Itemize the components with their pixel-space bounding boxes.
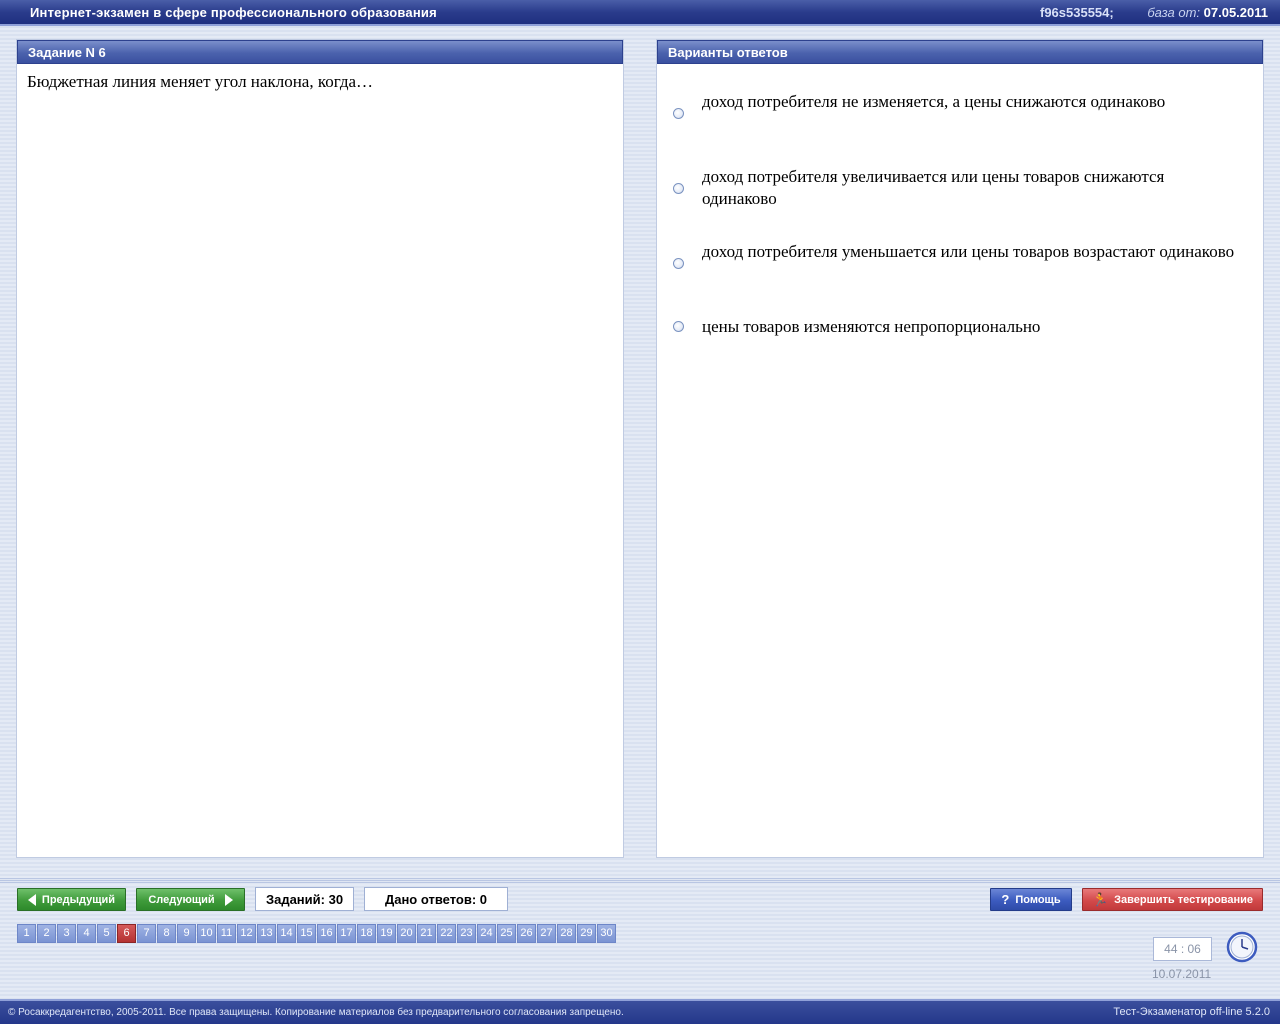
version-text: Тест-Экзаменатор off-line 5.2.0 (1113, 1006, 1270, 1018)
task-number-button[interactable]: 8 (157, 924, 176, 943)
task-number-button[interactable]: 13 (257, 924, 276, 943)
task-number-button[interactable]: 24 (477, 924, 496, 943)
help-label: Помощь (1015, 893, 1061, 906)
task-number-button[interactable]: 11 (217, 924, 236, 943)
task-number-button[interactable]: 2 (37, 924, 56, 943)
prev-button[interactable]: Предыдущий (17, 888, 126, 911)
task-number-button[interactable]: 7 (137, 924, 156, 943)
task-number-button[interactable]: 21 (417, 924, 436, 943)
question-panel: Задание N 6 Бюджетная линия меняет угол … (17, 40, 623, 857)
bottom-divider (0, 878, 1280, 884)
answers-panel: Варианты ответов доход потребителя не из… (657, 40, 1263, 857)
task-number-button[interactable]: 15 (297, 924, 316, 943)
radio-button[interactable] (673, 108, 684, 119)
help-icon: ? (1001, 892, 1010, 907)
app-title: Интернет-экзамен в сфере профессионально… (30, 5, 437, 20)
answer-label[interactable]: доход потребителя уменьшается или цены т… (702, 241, 1242, 263)
task-number-button[interactable]: 5 (97, 924, 116, 943)
base-date: 07.05.2011 (1203, 5, 1268, 20)
radio-button[interactable] (673, 183, 684, 194)
task-number-button[interactable]: 22 (437, 924, 456, 943)
title-bar: Интернет-экзамен в сфере профессионально… (0, 0, 1280, 26)
prev-label: Предыдущий (41, 893, 116, 906)
task-number-button[interactable]: 17 (337, 924, 356, 943)
task-number-button[interactable]: 29 (577, 924, 596, 943)
task-number-button[interactable]: 26 (517, 924, 536, 943)
base-label: база от: (1147, 5, 1201, 20)
task-number-button[interactable]: 6 (117, 924, 136, 943)
finish-button[interactable]: 🏃 Завершить тестирование (1082, 888, 1263, 911)
task-number-button[interactable]: 4 (77, 924, 96, 943)
task-number-button[interactable]: 1 (17, 924, 36, 943)
next-label: Следующий (148, 893, 215, 906)
arrow-right-icon (224, 893, 233, 906)
question-text: Бюджетная линия меняет угол наклона, ког… (27, 72, 374, 91)
session-code: f96s535554; (1039, 5, 1114, 20)
task-number-button[interactable]: 10 (197, 924, 216, 943)
task-number-button[interactable]: 3 (57, 924, 76, 943)
task-number-button[interactable]: 14 (277, 924, 296, 943)
task-number-button[interactable]: 12 (237, 924, 256, 943)
exit-runner-icon: 🏃 (1091, 891, 1109, 907)
task-number-button[interactable]: 28 (557, 924, 576, 943)
answer-label[interactable]: доход потребителя увеличивается или цены… (702, 166, 1242, 210)
question-header: Задание N 6 (17, 40, 623, 64)
clock-icon (1226, 931, 1258, 963)
task-number-button[interactable]: 27 (537, 924, 556, 943)
task-number-button[interactable]: 30 (597, 924, 616, 943)
title-meta: f96s535554; база от: 07.05.2011 (1040, 5, 1268, 20)
tasks-count: Заданий: 30 (255, 887, 354, 911)
finish-label: Завершить тестирование (1114, 893, 1254, 906)
radio-button[interactable] (673, 321, 684, 332)
task-number-button[interactable]: 23 (457, 924, 476, 943)
answered-count: Дано ответов: 0 (364, 887, 508, 911)
timer-display: 44 : 06 (1153, 937, 1212, 961)
arrow-left-icon (27, 893, 36, 906)
answer-label[interactable]: доход потребителя не изменяется, а цены … (702, 91, 1242, 113)
date-display: 10.07.2011 (1152, 967, 1212, 981)
answer-label[interactable]: цены товаров изменяются непропорциональн… (702, 316, 1242, 338)
copyright-text: © Росаккредагентство, 2005-2011. Все пра… (8, 1007, 624, 1018)
task-number-button[interactable]: 16 (317, 924, 336, 943)
footer-bar: © Росаккредагентство, 2005-2011. Все пра… (0, 999, 1280, 1024)
task-number-button[interactable]: 20 (397, 924, 416, 943)
task-number-button[interactable]: 18 (357, 924, 376, 943)
task-number-button[interactable]: 9 (177, 924, 196, 943)
radio-button[interactable] (673, 258, 684, 269)
task-number-button[interactable]: 25 (497, 924, 516, 943)
answers-header: Варианты ответов (657, 40, 1263, 64)
help-button[interactable]: ? Помощь (990, 888, 1072, 911)
next-button[interactable]: Следующий (136, 888, 245, 911)
task-number-button[interactable]: 19 (377, 924, 396, 943)
